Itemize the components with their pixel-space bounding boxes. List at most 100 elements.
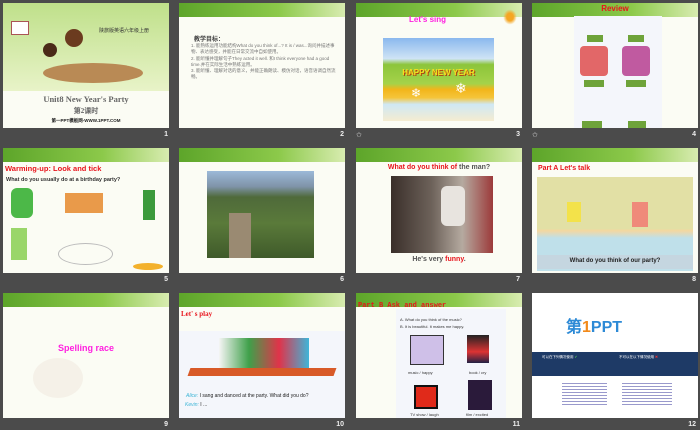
item-label: book / cry xyxy=(469,370,487,375)
snowflake-icon: ❄ xyxy=(411,86,422,100)
girl-image xyxy=(567,202,581,222)
activity-image xyxy=(133,263,163,270)
film-image xyxy=(468,380,492,410)
slide-thumbnail-2[interactable]: 教学目标： 1. 能熟练运用功能结构What do you think of..… xyxy=(179,3,345,128)
objective-line: 1. 能熟练运用功能结构What do you think of...? It … xyxy=(191,43,335,55)
child-illustration xyxy=(65,29,83,47)
tv-show-image xyxy=(414,385,438,409)
slide-thumbnail-11[interactable]: Part B Ask and answer A. What do you thi… xyxy=(356,293,522,418)
lesson-label: 第2课时 xyxy=(73,107,99,115)
song-video-image[interactable]: HAPPY NEW YEAR ❄ ❄ xyxy=(383,38,494,121)
answer-box[interactable] xyxy=(628,121,646,128)
slide-title: Let' s play xyxy=(181,310,213,318)
slide-number: 3 xyxy=(516,131,520,138)
slide-thumbnail-12[interactable]: 第1PPT 可以在下列情况使用 ✔ 不可以在以下情况使用 ✖ xyxy=(532,293,698,418)
activity-image xyxy=(11,228,27,260)
answer-box[interactable] xyxy=(628,35,644,42)
dialogue-illustration: What do you think of our party? xyxy=(537,177,693,271)
slide-number: 8 xyxy=(692,276,696,283)
alice-line: Alice: I sang and danced at the party. W… xyxy=(186,393,309,399)
watchtower-image xyxy=(229,213,251,258)
slide-thumbnail-7[interactable]: What do you think of the man? He's very … xyxy=(356,148,522,273)
activity-image xyxy=(143,190,155,220)
slide-title: Unit8 New Year's Party xyxy=(43,94,129,104)
slide-title: Part A Let's talk xyxy=(538,165,591,172)
slide-thumbnail-6[interactable] xyxy=(179,148,345,273)
logo: 第1PPT xyxy=(566,313,622,337)
table-image xyxy=(43,63,143,83)
caption-text: What do you think of our party? xyxy=(569,258,661,264)
question-highlight: What do you think of xyxy=(387,164,458,171)
item-label: music / happy xyxy=(408,370,433,375)
birdhouse-image xyxy=(11,21,29,35)
answer-pre: He's very xyxy=(412,256,446,263)
activity-image xyxy=(11,188,33,218)
usage-banner: 可以在下列情况使用 ✔ 不可以在以下情况使用 ✖ xyxy=(532,352,698,376)
slide-number: 5 xyxy=(164,276,168,283)
textbook-label: 陕旅版英语六年级上册 xyxy=(99,28,150,34)
speaker-kevin: Kevin: xyxy=(185,402,199,408)
slide-thumbnail-8[interactable]: Part A Let's talk What do you think of o… xyxy=(532,148,698,273)
slide-thumbnail-10[interactable]: Let' s play Alice: I sang and danced at … xyxy=(179,293,345,418)
kevin-line: Kevin: I ... xyxy=(185,402,207,408)
question-text: What do you think of the man? xyxy=(356,164,522,171)
music-image xyxy=(410,335,444,365)
slide-title: Spelling race xyxy=(57,343,115,353)
slide-title: Warming-up: Look and tick xyxy=(5,164,102,173)
link-list xyxy=(562,381,607,406)
cross-icon: ✖ xyxy=(654,355,658,359)
party-image xyxy=(580,46,608,76)
book-image xyxy=(467,335,489,363)
children-image xyxy=(219,338,309,368)
slide-number: 7 xyxy=(516,276,520,283)
slide-number: 4 xyxy=(692,131,696,138)
great-wall-photo xyxy=(207,171,314,258)
logo-text: 第 xyxy=(566,319,583,336)
faded-children-image xyxy=(33,358,83,398)
objectives-heading: 教学目标： xyxy=(194,37,225,43)
slide-number: 1 xyxy=(164,131,168,138)
answer-box[interactable] xyxy=(626,80,646,87)
slide-thumbnail-3[interactable]: Let's sing HAPPY NEW YEAR ❄ ❄ ☆ xyxy=(356,3,522,128)
answer-highlight: funny xyxy=(445,256,464,263)
slide-thumbnail-9[interactable]: Spelling race xyxy=(3,293,169,418)
cartoon-logo-image xyxy=(502,8,518,26)
foliage-banner xyxy=(356,148,522,162)
foliage-banner xyxy=(179,148,345,162)
slide-thumbnail-1[interactable]: 陕旅版英语六年级上册 Unit8 New Year's Party 第2课时 第… xyxy=(3,3,169,128)
dialogue-text: I sang and danced at the party. What did… xyxy=(199,393,309,399)
slide-number: 6 xyxy=(340,276,344,283)
boy-image xyxy=(632,202,648,227)
allowed-heading: 可以在下列情况使用 ✔ xyxy=(542,355,578,359)
banner-text: HAPPY NEW YEAR xyxy=(402,68,475,77)
foliage-banner xyxy=(179,3,345,17)
answer-box[interactable] xyxy=(587,35,603,42)
slide-number: 10 xyxy=(336,421,344,428)
activity-image xyxy=(65,193,103,213)
logo-number: 1 xyxy=(582,319,591,336)
answer-box[interactable] xyxy=(584,80,604,87)
slide-thumbnail-4[interactable]: Review xyxy=(532,3,698,128)
question-line: A. What do you think of the music? xyxy=(400,317,462,322)
link-list xyxy=(622,381,672,406)
foliage-banner xyxy=(3,148,169,162)
answer-post: . xyxy=(463,256,466,263)
slide-title: Review xyxy=(601,4,629,13)
slide-thumbnail-5[interactable]: Warming-up: Look and tick What do you us… xyxy=(3,148,169,273)
objective-line: 3. 能听懂、理解对话的意义，并能正确朗读、模仿对话，语音语调自然流畅。 xyxy=(191,68,336,80)
site-label: 第一PPT模板网-WWW.1PPT.COM xyxy=(51,118,121,123)
slide-title: Part B Ask and answer xyxy=(358,302,447,310)
question-text: What do you usually do at a birthday par… xyxy=(6,177,121,183)
logo-text: PPT xyxy=(590,319,623,336)
answer-box[interactable] xyxy=(582,121,602,128)
foliage-banner xyxy=(3,293,169,307)
movie-still-image xyxy=(391,176,493,253)
speaker-alice: Alice: xyxy=(186,393,199,399)
animation-icon: ✩ xyxy=(356,132,362,139)
question-rest: the man? xyxy=(457,164,491,171)
slide-number: 9 xyxy=(164,421,168,428)
party-image xyxy=(622,46,650,76)
foliage-banner xyxy=(532,148,698,162)
dialogue-text: I ... xyxy=(200,402,208,408)
child-illustration xyxy=(43,43,57,57)
